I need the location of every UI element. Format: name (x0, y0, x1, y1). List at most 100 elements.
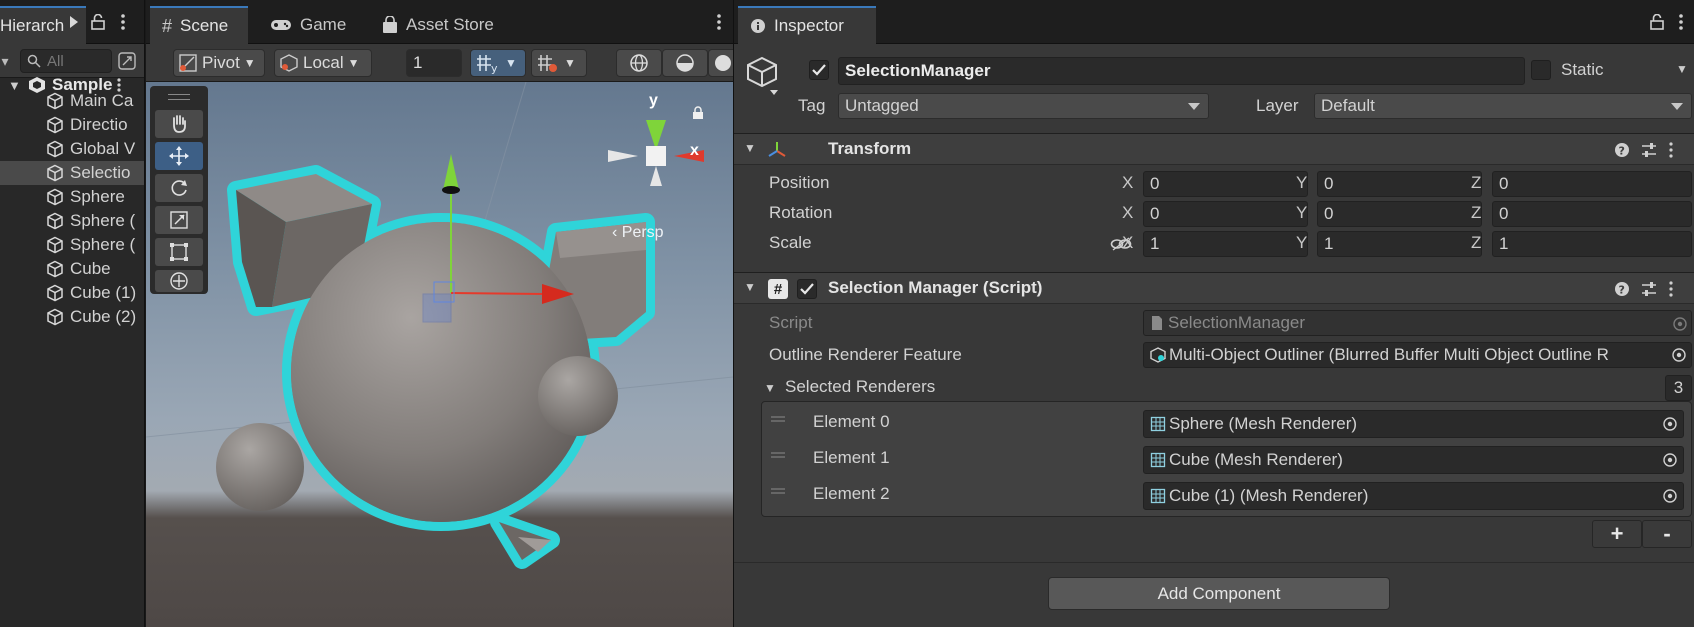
projection-label[interactable]: ‹ Persp (612, 224, 664, 242)
script-component-header[interactable]: ▼ # Selection Manager (Script) ? (734, 272, 1694, 304)
hierarchy-item[interactable]: Cube (2) (0, 305, 144, 329)
search-icon (27, 54, 41, 68)
axis-label-x[interactable]: X (1122, 173, 1133, 193)
axis-label-z[interactable]: Z (1471, 233, 1481, 253)
transform-x-input[interactable]: 1 (1143, 231, 1308, 257)
add-element-button[interactable]: + (1592, 520, 1642, 548)
gizmo-lock-icon[interactable] (692, 106, 704, 120)
help-icon[interactable]: ? (1614, 142, 1630, 158)
drag-handle-icon[interactable] (771, 488, 785, 494)
element-object-field[interactable]: Sphere (Mesh Renderer) (1143, 410, 1684, 438)
add-dropdown-icon[interactable]: ▾ (0, 52, 10, 70)
transform-z-input[interactable]: 0 (1492, 171, 1692, 197)
shaded-sphere-icon (676, 54, 694, 72)
move-tool[interactable] (155, 142, 203, 170)
tab-asset-store[interactable]: Asset Store (382, 6, 494, 44)
collapse-arrow-icon[interactable]: ▼ (744, 141, 756, 155)
transform-y-input[interactable]: 0 (1317, 171, 1482, 197)
remove-element-button[interactable]: - (1642, 520, 1692, 548)
scene-more-menu-icon[interactable] (714, 13, 724, 31)
local-label: Local (303, 53, 344, 72)
rotate-tool[interactable] (155, 174, 203, 202)
hierarchy-item[interactable]: Selectio (0, 161, 144, 185)
object-picker-icon[interactable] (1657, 447, 1683, 473)
drag-handle-icon[interactable] (771, 452, 785, 458)
tag-value: Untagged (845, 96, 919, 115)
transform-tool[interactable] (155, 270, 203, 292)
tab-game[interactable]: Game (270, 6, 346, 44)
transform-x-input[interactable]: 0 (1143, 201, 1308, 227)
help-icon[interactable]: ? (1614, 281, 1630, 297)
component-more-icon[interactable] (1669, 142, 1673, 158)
hierarchy-item[interactable]: Sphere (0, 185, 144, 209)
shaded-mode-button[interactable] (662, 49, 708, 77)
play-arrow-icon[interactable] (68, 14, 80, 30)
hierarchy-search-input[interactable]: All (20, 49, 112, 73)
axis-label-y[interactable]: Y (1296, 173, 1307, 193)
hierarchy-item[interactable]: Directio (0, 113, 144, 137)
palette-drag-handle[interactable] (168, 94, 190, 100)
transform-z-input[interactable]: 0 (1492, 201, 1692, 227)
transform-y-input[interactable]: 1 (1317, 231, 1482, 257)
collapse-arrow-icon[interactable]: ▼ (744, 280, 756, 294)
script-enabled-checkbox[interactable] (797, 279, 817, 299)
axis-label-y[interactable]: Y (1296, 233, 1307, 253)
presets-icon[interactable] (1640, 142, 1658, 158)
tab-hierarchy-label: Hierarch (0, 16, 65, 35)
draw-mode-button[interactable] (616, 49, 662, 77)
add-component-button[interactable]: Add Component (1048, 577, 1390, 610)
transform-y-input[interactable]: 0 (1317, 201, 1482, 227)
pivot-dropdown[interactable]: Pivot ▼ (173, 49, 265, 77)
gameobject-icon[interactable] (746, 56, 780, 96)
active-checkbox[interactable] (809, 60, 829, 80)
object-name-input[interactable]: SelectionManager (838, 57, 1525, 85)
lock-icon[interactable] (90, 13, 106, 31)
element-object-field[interactable]: Cube (1) (Mesh Renderer) (1143, 482, 1684, 510)
hierarchy-item[interactable]: Main Ca (0, 89, 144, 113)
object-picker-icon[interactable] (1667, 343, 1691, 367)
tab-scene[interactable]: # Scene (150, 6, 248, 44)
scene-viewport[interactable]: y x ‹ Persp (146, 82, 733, 627)
axis-label-x[interactable]: X (1122, 203, 1133, 223)
local-dropdown[interactable]: Local ▼ (274, 49, 372, 77)
transform-z-input[interactable]: 1 (1492, 231, 1692, 257)
scale-tool[interactable] (155, 206, 203, 234)
rect-tool[interactable] (155, 238, 203, 266)
transform-header[interactable]: ▼ Transform ? (734, 133, 1694, 165)
hierarchy-item[interactable]: Global V (0, 137, 144, 161)
hierarchy-item[interactable]: Cube (1) (0, 281, 144, 305)
component-more-icon[interactable] (1669, 281, 1673, 297)
orientation-gizmo[interactable]: y x (606, 92, 706, 212)
more-menu-icon[interactable] (118, 13, 128, 31)
hierarchy-item[interactable]: Sphere ( (0, 209, 144, 233)
svg-text:?: ? (1619, 145, 1625, 158)
grid-size-input[interactable]: 1 (406, 49, 462, 77)
object-picker-icon[interactable] (1657, 411, 1683, 437)
drag-handle-icon[interactable] (771, 416, 785, 422)
tag-dropdown[interactable]: Untagged (838, 93, 1209, 119)
inspector-more-icon[interactable] (1676, 13, 1686, 31)
element-object-field[interactable]: Cube (Mesh Renderer) (1143, 446, 1684, 474)
axis-label-y[interactable]: Y (1296, 203, 1307, 223)
axis-label-z[interactable]: Z (1471, 203, 1481, 223)
hand-tool[interactable] (155, 110, 203, 138)
static-dropdown-icon[interactable]: ▼ (1676, 62, 1688, 76)
list-expand-arrow-icon[interactable]: ▼ (764, 381, 776, 395)
static-checkbox[interactable] (1531, 60, 1551, 80)
axis-label-z[interactable]: Z (1471, 173, 1481, 193)
axis-label-x[interactable]: X (1122, 233, 1133, 253)
layer-dropdown[interactable]: Default (1314, 93, 1692, 119)
grid-snap-toggle[interactable]: y ▼ (470, 49, 526, 77)
outline-renderer-field[interactable]: Multi-Object Outliner (Blurred Buffer Mu… (1143, 342, 1692, 368)
tab-inspector[interactable]: Inspector (738, 6, 876, 44)
list-count-input[interactable]: 3 (1665, 375, 1692, 401)
transform-x-input[interactable]: 0 (1143, 171, 1308, 197)
inspector-lock-icon[interactable] (1649, 13, 1665, 31)
presets-icon[interactable] (1640, 281, 1658, 297)
increment-snap-toggle[interactable]: ▼ (531, 49, 587, 77)
move-arrows-icon (169, 146, 189, 166)
object-picker-icon[interactable] (1657, 483, 1683, 509)
hierarchy-item[interactable]: Cube (0, 257, 144, 281)
scene-visibility-icon[interactable] (117, 51, 137, 71)
hierarchy-item[interactable]: Sphere ( (0, 233, 144, 257)
